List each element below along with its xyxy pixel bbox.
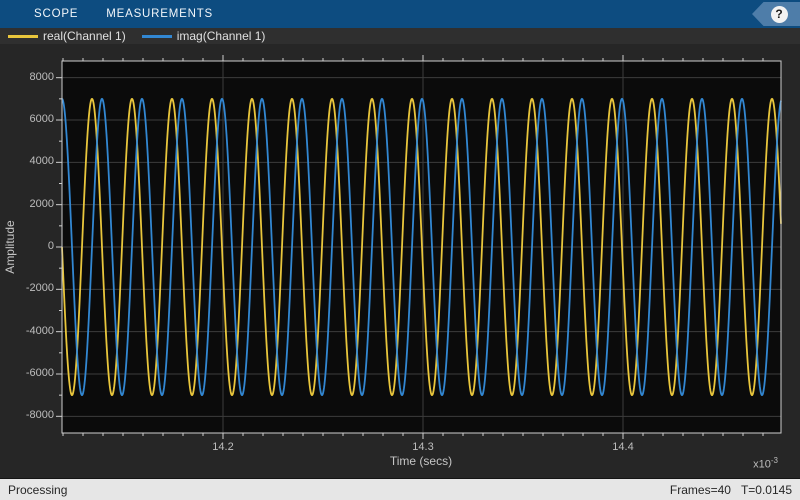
legend-label-real: real(Channel 1) (43, 29, 126, 43)
status-message: Processing (0, 483, 67, 497)
scope-figure: Amplitude Time (secs) x10-3 -8000-6000-4… (0, 44, 800, 478)
sim-time: T=0.0145 (741, 483, 792, 497)
y-tick-label: 6000 (0, 113, 54, 125)
y-tick-label: -6000 (0, 367, 54, 379)
legend-item-real[interactable]: real(Channel 1) (8, 29, 126, 43)
y-tick-label: -4000 (0, 325, 54, 337)
x-tick-label: 14.3 (393, 441, 453, 453)
toolstrip: SCOPE MEASUREMENTS ? (0, 0, 800, 28)
x-tick-label: 14.4 (593, 441, 653, 453)
waveform-plot[interactable] (0, 44, 800, 478)
help-icon: ? (771, 6, 788, 23)
y-tick-label: -8000 (0, 409, 54, 421)
y-tick-label: 0 (0, 240, 54, 252)
x-axis-label: Time (secs) (271, 454, 571, 468)
tab-scope[interactable]: SCOPE (34, 0, 78, 28)
x-axis-multiplier: x10-3 (753, 456, 778, 471)
legend-item-imag[interactable]: imag(Channel 1) (142, 29, 266, 43)
y-tick-label: -2000 (0, 282, 54, 294)
frames-counter: Frames=40 (670, 483, 731, 497)
legend-label-imag: imag(Channel 1) (177, 29, 266, 43)
real-line-swatch (8, 35, 38, 38)
status-bar: Processing Frames=40 T=0.0145 (0, 478, 800, 500)
status-counters: Frames=40 T=0.0145 (670, 483, 800, 497)
y-tick-label: 8000 (0, 71, 54, 83)
tab-measurements[interactable]: MEASUREMENTS (106, 0, 213, 28)
imag-line-swatch (142, 35, 172, 38)
legend: real(Channel 1) imag(Channel 1) (0, 28, 800, 44)
y-tick-label: 4000 (0, 155, 54, 167)
y-tick-label: 2000 (0, 198, 54, 210)
x-tick-label: 14.2 (193, 441, 253, 453)
toolstrip-tabs: SCOPE MEASUREMENTS (0, 0, 213, 28)
help-button[interactable]: ? (752, 2, 800, 26)
